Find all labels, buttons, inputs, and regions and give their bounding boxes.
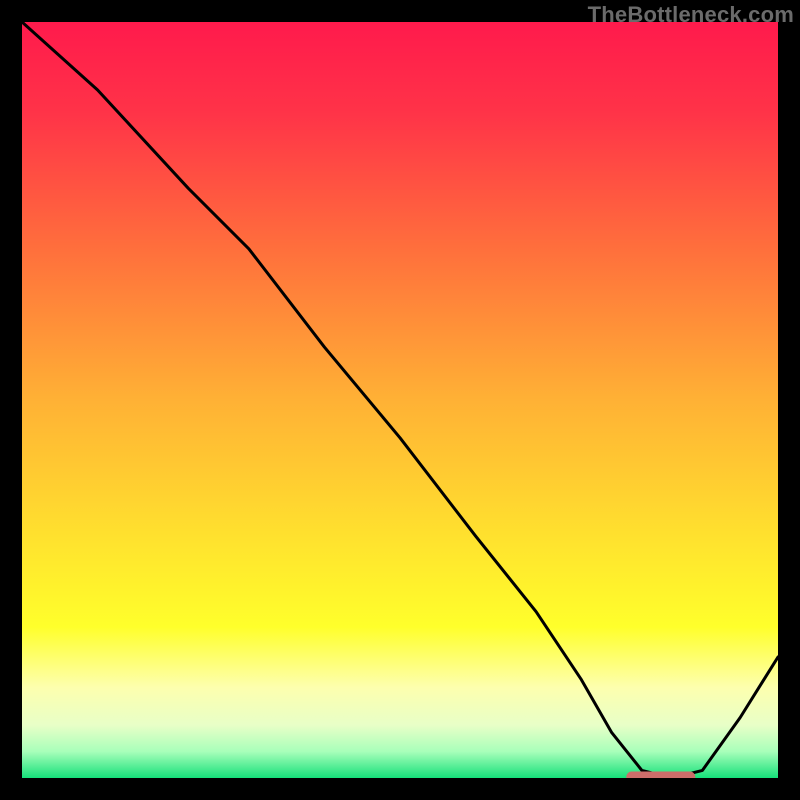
chart-svg bbox=[22, 22, 778, 778]
chart-stage: TheBottleneck.com bbox=[0, 0, 800, 800]
background-rect bbox=[22, 22, 778, 778]
optimum-marker bbox=[627, 772, 695, 778]
plot-area bbox=[22, 22, 778, 778]
